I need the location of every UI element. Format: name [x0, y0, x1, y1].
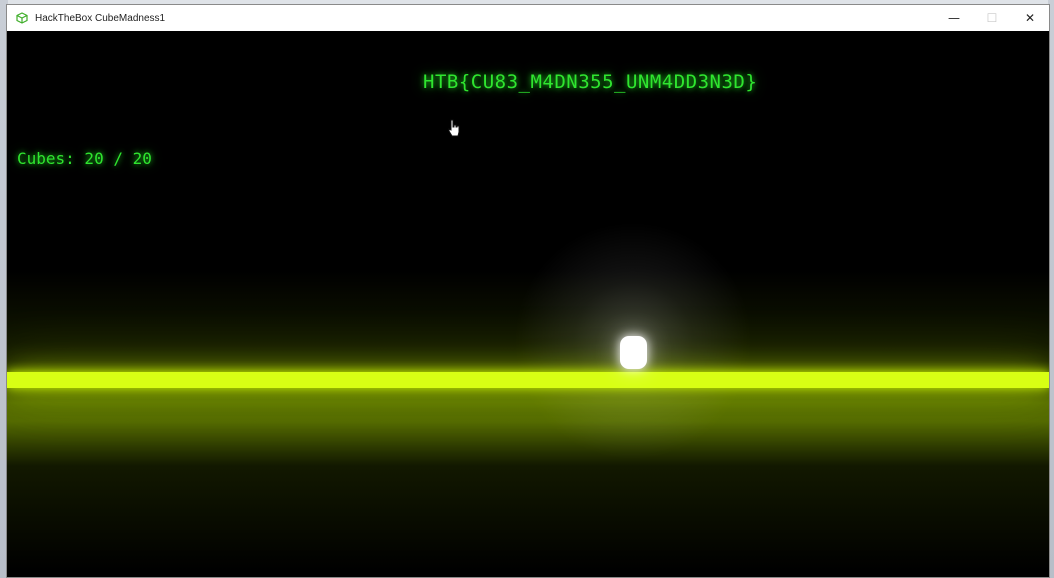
maximize-button[interactable]: ☐ [973, 5, 1011, 31]
game-viewport[interactable]: HTB{CU83_M4DN355_UNM4DD3N3D} Cubes: 20 /… [7, 31, 1049, 577]
game-window: HackTheBox CubeMadness1 — ☐ ✕ HTB{CU83_M… [6, 4, 1050, 578]
window-title: HackTheBox CubeMadness1 [35, 12, 166, 24]
close-button[interactable]: ✕ [1011, 5, 1049, 31]
player-cube [620, 336, 647, 369]
flag-text: HTB{CU83_M4DN355_UNM4DD3N3D} [423, 71, 758, 93]
title-bar[interactable]: HackTheBox CubeMadness1 — ☐ ✕ [7, 5, 1049, 31]
cubes-counter: Cubes: 20 / 20 [17, 149, 152, 168]
floor-platform [7, 372, 1049, 388]
window-controls: — ☐ ✕ [935, 5, 1049, 31]
hand-pointer-icon [447, 119, 461, 139]
green-cube-icon [15, 11, 29, 25]
minimize-button[interactable]: — [935, 5, 973, 31]
